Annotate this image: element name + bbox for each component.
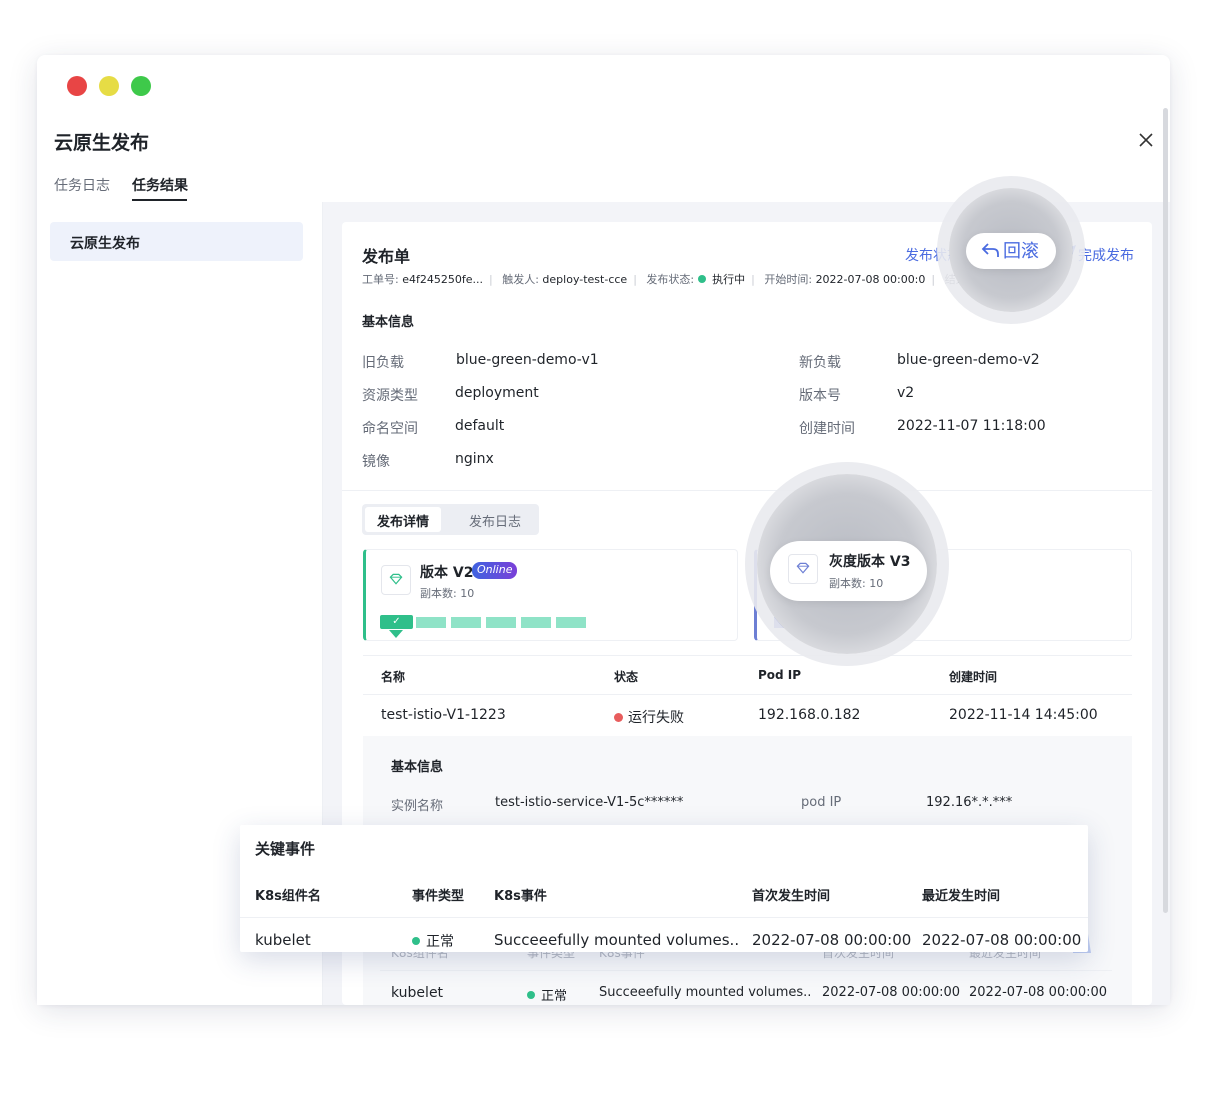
version-v2-replicas: 副本数: 10: [420, 587, 475, 600]
created-time-label: 创建时间: [799, 421, 855, 437]
col-pod-ip: Pod IP: [758, 668, 802, 682]
window-close-dot[interactable]: [67, 76, 87, 96]
ticket-value: e4f245250fe...: [402, 273, 483, 286]
image-label: 镜像: [362, 454, 390, 470]
namespace-label: 命名空间: [362, 421, 418, 437]
version-value: v2: [897, 385, 915, 401]
status-label: 发布状态:: [646, 273, 695, 286]
window-maximize-dot[interactable]: [131, 76, 151, 96]
progress-segment: [486, 617, 516, 628]
col-component: K8s组件名: [255, 889, 321, 904]
col-last-time: 最近发生时间: [922, 889, 1001, 904]
start-label: 开始时间:: [764, 273, 813, 286]
sidebar-item-cloud-release[interactable]: 云原生发布: [50, 222, 303, 261]
error-dot-icon: [614, 713, 623, 722]
pod-ip-label: pod IP: [801, 795, 842, 810]
new-workload-label: 新负载: [799, 355, 841, 371]
close-icon[interactable]: [1136, 130, 1156, 150]
event-type: 正常: [527, 985, 567, 1004]
finish-release-button[interactable]: 完成发布: [1078, 245, 1134, 265]
event-component: kubelet: [391, 985, 444, 1001]
col-created: 创建时间: [949, 670, 998, 684]
rollback-icon: [981, 243, 999, 257]
trigger-label: 触发人:: [502, 273, 539, 286]
col-event: K8s事件: [494, 889, 547, 904]
detail-tabs: 发布详情 发布日志: [362, 504, 539, 535]
col-name: 名称: [381, 670, 406, 684]
table-divider: [240, 917, 1088, 918]
col-status: 状态: [614, 670, 639, 684]
col-event-type: 事件类型: [412, 889, 465, 904]
pod-status-text: 运行失败: [628, 710, 684, 726]
tab-task-result[interactable]: 任务结果: [132, 175, 188, 195]
diamond-icon: [381, 565, 411, 595]
tab-release-log[interactable]: 发布日志: [457, 507, 533, 532]
image-value: nginx: [455, 451, 494, 467]
tab-release-detail[interactable]: 发布详情: [365, 507, 442, 532]
page-title: 云原生发布: [54, 132, 150, 154]
popup-event-type-text: 正常: [426, 934, 454, 950]
old-workload-value: blue-green-demo-v1: [456, 352, 599, 368]
old-workload-label: 旧负载: [362, 355, 404, 371]
order-meta: 工单号: e4f245250fe... | 触发人: deploy-test-cc…: [362, 271, 1004, 287]
popup-event-first-time: 2022-07-08 00:00:00: [752, 931, 912, 949]
event-first-time: 2022-07-08 00:00:00: [822, 985, 961, 1000]
new-workload-value: blue-green-demo-v2: [897, 352, 1040, 368]
version-v3-replicas: 副本数: 10: [829, 577, 884, 590]
pod-detail-title: 基本信息: [391, 760, 444, 775]
table-divider: [380, 970, 1112, 971]
ticket-label: 工单号:: [362, 273, 399, 286]
basic-info-title: 基本信息: [362, 315, 415, 330]
pod-created: 2022-11-14 14:45:00: [949, 707, 1098, 723]
progress-segment: [451, 617, 481, 628]
online-badge: Online: [472, 562, 518, 579]
pod-name[interactable]: test-istio-V1-1223: [381, 707, 506, 723]
version-v3-name: 灰度版本 V3: [829, 554, 911, 570]
window-minimize-dot[interactable]: [99, 76, 119, 96]
progress-segment: [556, 617, 586, 628]
resource-type-value: deployment: [455, 385, 539, 401]
order-title: 发布单: [362, 247, 411, 266]
progress-segment: [416, 617, 446, 628]
instance-name-label: 实例名称: [391, 799, 444, 814]
resource-type-label: 资源类型: [362, 388, 418, 404]
status-dot-icon: [698, 275, 707, 283]
normal-dot-icon: [527, 991, 535, 999]
event-last-time: 2022-07-08 00:00:00: [969, 985, 1108, 1000]
scrollbar[interactable]: [1163, 108, 1168, 913]
created-time-value: 2022-11-07 11:18:00: [897, 418, 1046, 434]
active-tab-indicator: [132, 199, 187, 201]
popup-event-last-time: 2022-07-08 00:00:00: [922, 931, 1082, 949]
table-divider: [363, 694, 1132, 695]
instance-name-value: test-istio-service-V1-5c******: [495, 795, 684, 810]
start-value: 2022-07-08 00:00:0: [815, 273, 926, 286]
event-message: Succeeefully mounted volumes..: [599, 985, 812, 1000]
popup-event-message: Succeeefully mounted volumes..: [494, 931, 740, 949]
popup-event-type: 正常: [412, 931, 454, 951]
pod-ip-value: 192.16*.*.***: [926, 795, 1013, 810]
popup-event-component: kubelet: [255, 931, 311, 949]
trigger-value: deploy-test-cce: [542, 273, 628, 286]
progress-segment: [521, 617, 551, 628]
pod-ip: 192.168.0.182: [758, 707, 861, 723]
normal-dot-icon: [412, 937, 420, 945]
namespace-value: default: [455, 418, 505, 434]
status-value: 执行中: [712, 273, 746, 286]
version-v2-name: 版本 V2: [420, 565, 474, 581]
tab-task-log[interactable]: 任务日志: [54, 175, 110, 195]
diamond-icon: [788, 554, 818, 584]
event-type-text: 正常: [541, 989, 568, 1004]
selection-pointer: [389, 630, 403, 638]
rollback-label[interactable]: 回滚: [1003, 237, 1039, 263]
version-label: 版本号: [799, 388, 841, 404]
key-events-title: 关键事件: [255, 840, 316, 858]
pod-status: 运行失败: [614, 707, 684, 727]
section-divider: [342, 490, 1152, 491]
col-first-time: 首次发生时间: [752, 889, 831, 904]
check-icon: ✓: [380, 615, 413, 629]
